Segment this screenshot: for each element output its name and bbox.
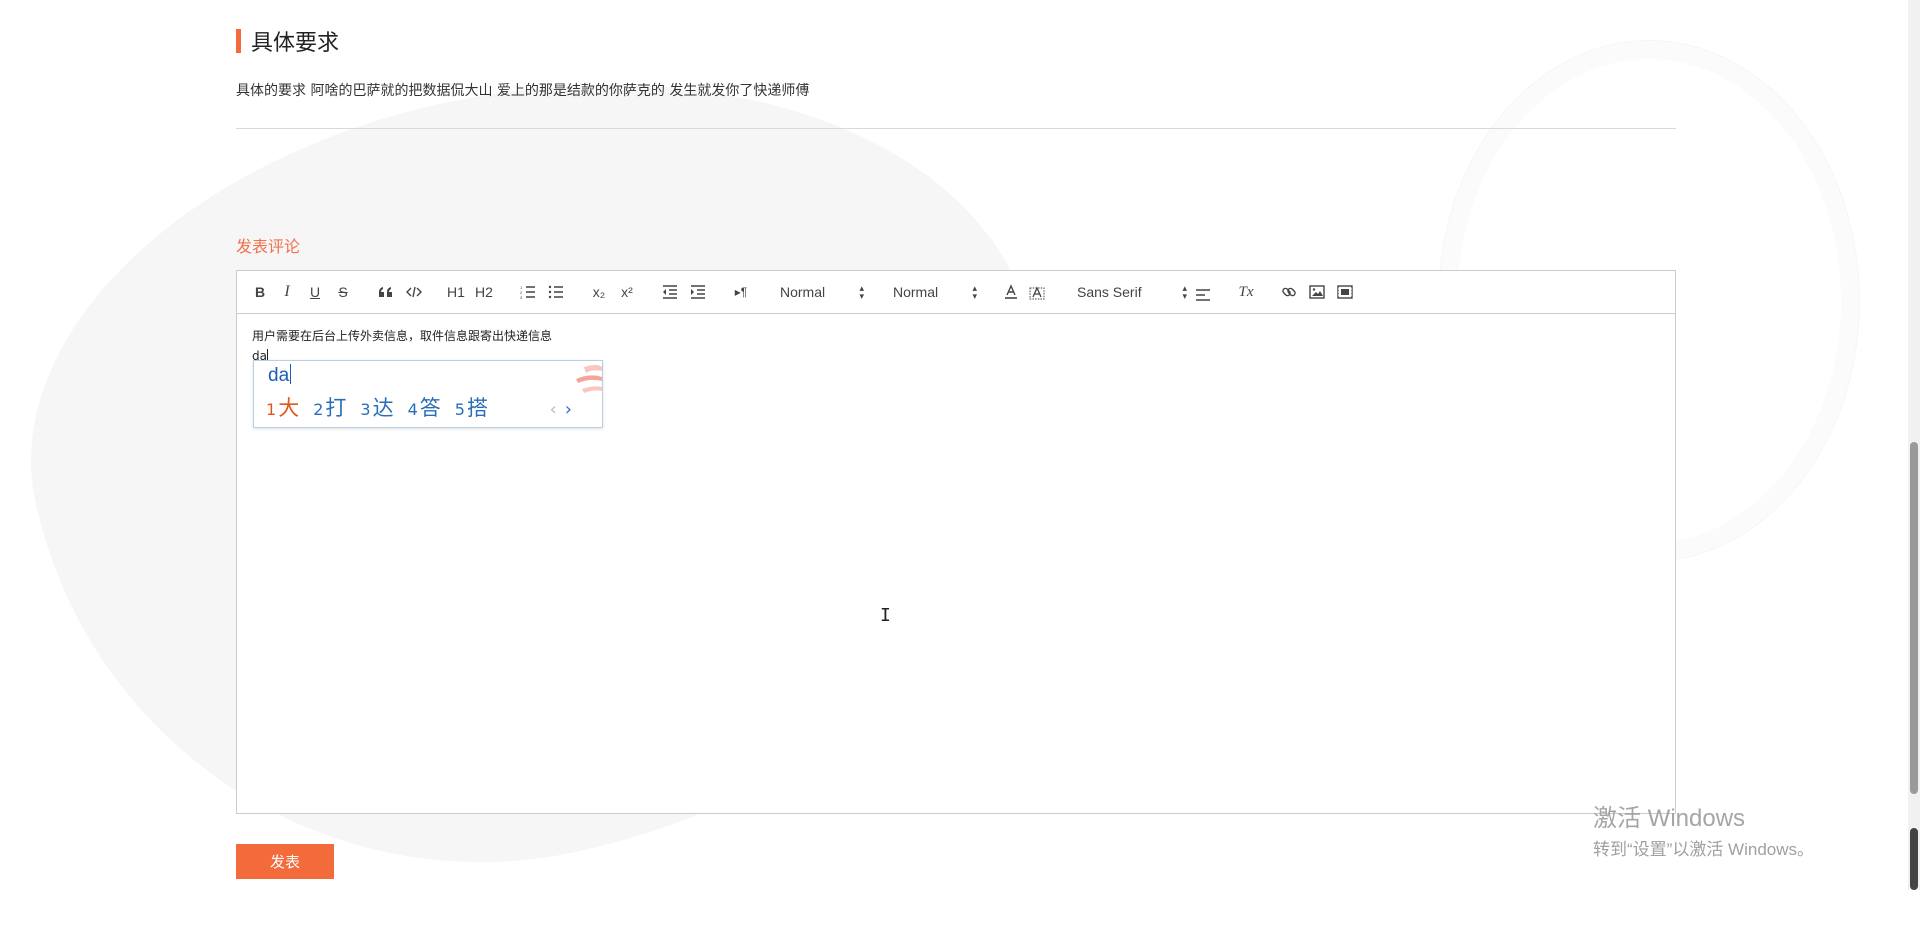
section-title: 具体要求 [251,31,340,56]
select-arrows-icon: ▴ ▾ [859,283,864,301]
bold-button[interactable]: B [251,283,269,301]
image-icon [1309,285,1325,299]
font-select[interactable]: Sans Serif ▴ ▾ [1077,282,1187,302]
text-cursor-icon: I [880,605,891,626]
ime-candidate[interactable]: 3达 [360,392,393,422]
link-button[interactable] [1280,283,1298,301]
submit-button[interactable]: 发表 [236,844,334,879]
editor-toolbar: B I U S H1 H2 123 x₂ x² ▸¶ Normal ▴ ▾ No… [237,271,1675,314]
watermark-title: 激活 Windows [1593,805,1746,832]
ime-composition: da [268,364,292,387]
superscript-button[interactable]: x² [618,283,636,301]
size-select-value: Normal [780,284,826,300]
section-accent-bar [236,29,241,53]
code-icon [406,286,422,298]
content-line: 用户需要在后台上传外卖信息，取件信息跟寄出快递信息 [252,329,553,343]
ime-candidate-text: 搭 [466,396,488,420]
code-block-button[interactable] [405,283,423,301]
ime-candidate-text: 大 [278,396,300,420]
section-header: 具体要求 [236,28,340,56]
clean-format-button[interactable]: Tx [1237,283,1255,301]
background-color-button[interactable] [1028,283,1046,301]
outdent-icon [663,285,677,299]
font-select-value: Sans Serif [1077,284,1142,300]
quote-icon [379,287,392,297]
ime-candidate-text: 达 [372,396,394,420]
background-color-icon [1029,286,1045,300]
italic-button[interactable]: I [278,283,296,301]
ime-candidate-number: 5 [454,400,465,419]
svg-text:3: 3 [520,295,523,299]
ordered-list-icon: 123 [520,285,535,299]
ime-next-page-icon[interactable]: › [565,399,572,420]
activation-watermark: 激活 Windows 转到“设置”以激活 Windows。 [1593,798,1814,860]
ime-candidate[interactable]: 2打 [313,392,346,422]
ime-candidate-text: 答 [419,396,441,420]
ime-candidate-number: 3 [360,400,371,419]
divider [236,128,1676,129]
ime-candidate-text: 打 [325,396,347,420]
ime-candidate[interactable]: 5搭 [455,392,488,422]
bullet-list-button[interactable] [547,283,565,301]
ime-candidate[interactable]: 1大 [266,392,299,422]
scrollbar-thumb-secondary[interactable] [1910,828,1918,890]
ime-candidate-number: 1 [266,400,277,419]
watermark-subtitle: 转到“设置”以激活 Windows。 [1593,840,1815,859]
strike-button[interactable]: S [334,283,352,301]
align-button[interactable] [1194,285,1212,303]
subscript-button[interactable]: x₂ [590,283,608,301]
page-scrollbar[interactable] [1908,0,1920,890]
text-direction-button[interactable]: ▸¶ [732,283,750,301]
ime-page-nav: ‹ › [550,399,572,420]
video-icon [1337,285,1353,299]
link-icon [1282,287,1296,297]
indent-icon [691,285,705,299]
header-1-button[interactable]: H1 [447,283,465,301]
font-color-icon [1005,284,1017,299]
ime-candidate-number: 2 [313,400,324,419]
select-arrows-icon: ▴ ▾ [1182,283,1187,301]
select-arrows-icon: ▴ ▾ [972,283,977,301]
outdent-button[interactable] [661,283,679,301]
ime-candidate[interactable]: 4答 [408,392,441,422]
scrollbar-thumb[interactable] [1910,442,1918,794]
header-select-value: Normal [893,284,939,300]
comment-label: 发表评论 [236,237,301,256]
blockquote-button[interactable] [377,283,395,301]
ime-caret [290,364,292,384]
ime-candidate-window: da 1大 2打 3达 4答 5搭 ‹ › [253,360,603,428]
rich-text-editor[interactable]: B I U S H1 H2 123 x₂ x² ▸¶ Normal ▴ ▾ No… [236,270,1676,814]
ordered-list-button[interactable]: 123 [519,283,537,301]
requirements-text: 具体的要求 阿啥的巴萨就的把数据侃大山 爱上的那是结款的你萨克的 发生就发你了快… [236,83,810,99]
ime-prev-page-icon[interactable]: ‹ [550,399,557,420]
header-2-button[interactable]: H2 [475,283,493,301]
ime-candidates: 1大 2打 3达 4答 5搭 [266,392,502,422]
align-icon [1196,289,1210,301]
font-color-button[interactable] [1002,283,1020,301]
image-button[interactable] [1308,283,1326,301]
video-button[interactable] [1336,283,1354,301]
header-select[interactable]: Normal ▴ ▾ [893,282,977,302]
ime-candidate-number: 4 [407,400,418,419]
bullet-list-icon [548,285,563,299]
underline-button[interactable]: U [306,283,324,301]
ime-logo-icon [562,361,602,399]
ime-composition-text: da [268,365,290,386]
indent-button[interactable] [689,283,707,301]
size-select[interactable]: Normal ▴ ▾ [780,282,864,302]
